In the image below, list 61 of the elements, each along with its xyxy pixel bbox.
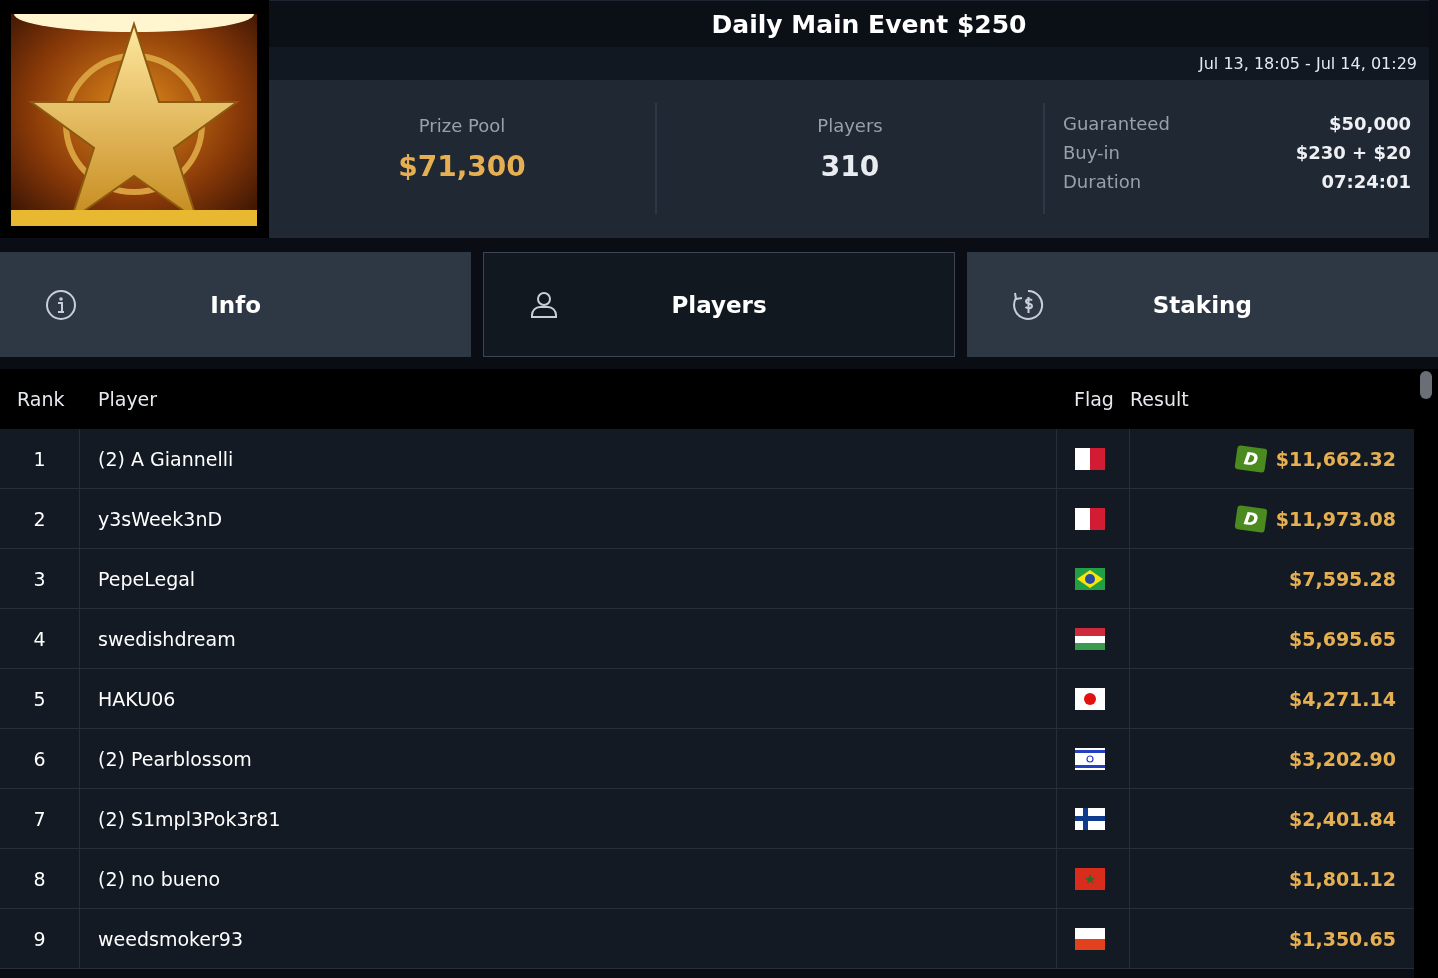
player-name: (2) A Giannelli <box>98 447 234 470</box>
detail-value: 07:24:01 <box>1321 171 1411 192</box>
player-name: (2) S1mpl3Pok3r81 <box>98 807 281 830</box>
rank-cell: 2 <box>33 507 46 530</box>
rank-cell: 4 <box>33 627 46 650</box>
flag-icon <box>1075 567 1105 590</box>
tab[interactable]: Staking <box>966 252 1438 357</box>
column-header: Player <box>97 388 159 410</box>
column-header: Rank <box>16 388 66 410</box>
rank-cell: 1 <box>33 447 46 470</box>
flag-icon <box>1075 927 1105 950</box>
result-amount: $7,595.28 <box>1289 567 1396 590</box>
rank-cell: 6 <box>33 747 46 770</box>
player-name: (2) Pearblossom <box>98 747 252 770</box>
result-amount: $5,695.65 <box>1289 627 1396 650</box>
rank-cell: 5 <box>33 687 46 710</box>
flag-icon <box>1075 447 1105 470</box>
tournament-title: Daily Main Event $250 <box>711 9 1027 39</box>
detail-value: $50,000 <box>1329 113 1411 134</box>
column-header: Result <box>1129 388 1190 410</box>
player-name: swedishdream <box>98 627 236 650</box>
rank-cell: 3 <box>33 567 46 590</box>
flag-icon <box>1075 507 1105 530</box>
player-name: PepeLegal <box>98 567 196 590</box>
result-amount: $4,271.14 <box>1289 687 1396 710</box>
dollar-coin-icon <box>1011 289 1044 321</box>
date-range: Jul 13, 18:05 - Jul 14, 01:29 <box>1199 54 1417 73</box>
detail-label: Buy-in <box>1063 142 1120 163</box>
info-icon <box>45 289 77 321</box>
flag-icon <box>1075 747 1105 770</box>
player-name: weedsmoker93 <box>98 927 243 950</box>
result-amount: $1,350.65 <box>1289 927 1396 950</box>
stat-value: 310 <box>820 150 880 183</box>
stat-label: Prize Pool <box>418 115 506 136</box>
flag-icon <box>1075 687 1105 710</box>
player-name: (2) no bueno <box>98 867 221 890</box>
detail-value: $230 + $20 <box>1295 142 1411 163</box>
sign-badge: D <box>1234 444 1268 473</box>
scrollbar[interactable] <box>1414 369 1438 978</box>
flag-icon <box>1075 867 1105 890</box>
detail-label: Duration <box>1063 171 1142 192</box>
rank-cell: 8 <box>33 867 46 890</box>
stat-label: Players <box>817 115 883 136</box>
detail-label: Guaranteed <box>1063 113 1170 134</box>
result-amount: $11,662.32 <box>1275 447 1396 470</box>
stat-value: $71,300 <box>398 150 526 183</box>
result-amount: $3,202.90 <box>1289 747 1396 770</box>
scrollbar-thumb[interactable] <box>1420 371 1432 399</box>
rank-cell: 9 <box>33 927 46 950</box>
result-amount: $1,801.12 <box>1289 867 1396 890</box>
column-header: Flag <box>1073 388 1115 410</box>
tab[interactable]: Info <box>0 252 472 357</box>
flag-icon <box>1075 807 1105 830</box>
tab[interactable]: Players <box>483 252 955 357</box>
flag-icon <box>1075 627 1105 650</box>
player-name: y3sWeek3nD <box>98 507 223 530</box>
result-amount: $2,401.84 <box>1289 807 1396 830</box>
sign-badge: D <box>1234 504 1268 533</box>
result-amount: $11,973.08 <box>1275 507 1396 530</box>
rank-cell: 7 <box>33 807 46 830</box>
player-name: HAKU06 <box>98 687 176 710</box>
